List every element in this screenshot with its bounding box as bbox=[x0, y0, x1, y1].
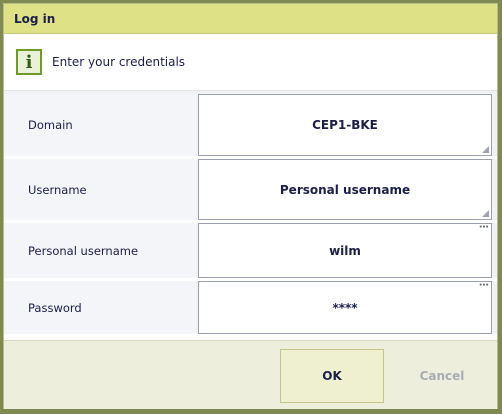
password-label: Password bbox=[4, 281, 196, 334]
dropdown-corner-icon[interactable] bbox=[482, 146, 489, 153]
password-field[interactable]: **** ⋯ bbox=[198, 281, 492, 334]
domain-field[interactable]: CEP1-BKE bbox=[198, 94, 492, 156]
username-value: Personal username bbox=[279, 182, 411, 197]
ok-button[interactable]: OK bbox=[280, 349, 384, 403]
more-options-icon[interactable]: ⋯ bbox=[479, 281, 489, 291]
username-field[interactable]: Personal username bbox=[198, 159, 492, 220]
personal-username-field[interactable]: wilm ⋯ bbox=[198, 223, 492, 278]
domain-label: Domain bbox=[4, 94, 196, 156]
login-dialog: Log in i Enter your credentials Domain C… bbox=[3, 3, 498, 409]
personal-username-row: Personal username wilm ⋯ bbox=[4, 223, 497, 281]
credentials-form: Domain CEP1-BKE Username Personal userna… bbox=[4, 91, 497, 334]
more-options-icon[interactable]: ⋯ bbox=[479, 223, 489, 233]
password-row: Password **** ⋯ bbox=[4, 281, 497, 334]
personal-username-value: wilm bbox=[329, 243, 361, 258]
info-message-row: i Enter your credentials bbox=[4, 34, 497, 91]
dialog-titlebar: Log in bbox=[4, 4, 497, 34]
info-message: Enter your credentials bbox=[52, 55, 186, 69]
username-row: Username Personal username bbox=[4, 159, 497, 223]
domain-row: Domain CEP1-BKE bbox=[4, 94, 497, 159]
password-value: **** bbox=[332, 300, 358, 315]
info-icon: i bbox=[16, 49, 42, 75]
dialog-footer: OK Cancel bbox=[4, 340, 497, 409]
dropdown-corner-icon[interactable] bbox=[482, 210, 489, 217]
cancel-button[interactable]: Cancel bbox=[390, 349, 494, 403]
username-label: Username bbox=[4, 159, 196, 220]
personal-username-label: Personal username bbox=[4, 223, 196, 278]
dialog-title: Log in bbox=[14, 11, 56, 26]
domain-value: CEP1-BKE bbox=[312, 118, 378, 132]
